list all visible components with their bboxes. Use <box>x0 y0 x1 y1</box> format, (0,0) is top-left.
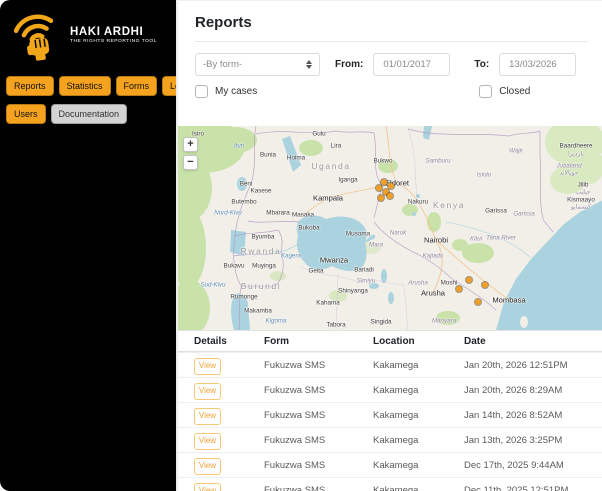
sidebar-item-statistics[interactable]: Statistics <box>58 76 111 96</box>
reports-map[interactable]: Isiro Ituri Bunia Hoima Gulu Lira Uganda Iganga… <box>178 126 602 330</box>
sidebar: HAKI ARDHI THE RIGHTS REPORTING TOOL Rep… <box>0 0 216 491</box>
column-header-date: Date <box>464 335 486 347</box>
report-location: Kakamega <box>373 484 419 491</box>
report-form: Fukuzwa SMS <box>264 484 326 491</box>
brand-text: HAKI ARDHI THE RIGHTS REPORTING TOOL <box>70 26 157 44</box>
brand: HAKI ARDHI THE RIGHTS REPORTING TOOL <box>0 0 176 68</box>
report-row: View Fukuzwa SMS Kakamega Dec 17th, 2025 9:… <box>178 452 602 477</box>
sidebar-item-documentation[interactable]: Documentation <box>50 104 128 124</box>
to-date-input[interactable] <box>499 53 577 76</box>
report-form: Fukuzwa SMS <box>264 409 326 421</box>
report-form: Fukuzwa SMS <box>264 459 326 471</box>
report-row: View Fukuzwa SMS Kakamega Dec 11th, 2025 12… <box>178 477 602 491</box>
main-content: Reports -By form- From: To: My cases Clo… <box>176 0 602 491</box>
column-header-location: Location <box>373 335 415 347</box>
view-button[interactable]: View <box>194 457 221 475</box>
zoom-out-button[interactable]: − <box>183 155 198 170</box>
report-date: Jan 14th, 2026 8:52AM <box>464 409 563 421</box>
form-filter-select[interactable]: -By form- <box>195 53 320 76</box>
sidebar-nav-row: ReportsStatisticsFormsLocalities <box>6 76 216 96</box>
closed-group: Closed <box>479 85 530 98</box>
my-cases-group: My cases <box>195 85 257 98</box>
report-row: View Fukuzwa SMS Kakamega Jan 20th, 2026 8:… <box>178 377 602 402</box>
report-date: Jan 13th, 2026 3:25PM <box>464 434 563 446</box>
sidebar-item-forms[interactable]: Forms <box>115 76 158 96</box>
report-cluster-marker[interactable] <box>456 286 462 292</box>
checkbox-row: My cases Closed <box>195 85 588 98</box>
view-button[interactable]: View <box>194 432 221 450</box>
report-cluster-marker[interactable] <box>475 299 481 305</box>
column-header-form: Form <box>264 335 289 347</box>
report-date: Jan 20th, 2026 8:29AM <box>464 384 563 396</box>
view-button[interactable]: View <box>194 407 221 425</box>
signal-arcs-fist-icon <box>13 14 54 61</box>
report-form: Fukuzwa SMS <box>264 359 326 371</box>
brand-subtitle: THE RIGHTS REPORTING TOOL <box>70 39 157 44</box>
report-date: Dec 11th, 2025 12:51PM <box>464 484 569 491</box>
my-cases-checkbox[interactable] <box>195 85 208 98</box>
closed-label: Closed <box>499 86 531 97</box>
sidebar-item-reports[interactable]: Reports <box>6 76 54 96</box>
view-button[interactable]: View <box>194 482 221 491</box>
reports-table: Details Form Location Date View Fukuzwa SMS K… <box>178 330 602 491</box>
closed-checkbox[interactable] <box>479 85 493 98</box>
view-button[interactable]: View <box>194 357 221 375</box>
sidebar-item-users[interactable]: Users <box>6 104 46 124</box>
report-form: Fukuzwa SMS <box>264 384 326 396</box>
report-form: Fukuzwa SMS <box>264 434 326 446</box>
table-header-row: Details Form Location Date <box>178 330 602 352</box>
report-row: View Fukuzwa SMS Kakamega Jan 20th, 2026 12… <box>178 352 602 377</box>
up-down-arrows-icon <box>306 60 312 69</box>
report-row: View Fukuzwa SMS Kakamega Jan 13th, 2026 3:… <box>178 427 602 452</box>
report-cluster-marker[interactable] <box>466 277 472 283</box>
app-window: HAKI ARDHI THE RIGHTS REPORTING TOOL Rep… <box>0 0 602 491</box>
filter-bar: -By form- From: To: <box>195 53 588 76</box>
table-body: View Fukuzwa SMS Kakamega Jan 20th, 2026 12… <box>178 352 602 491</box>
my-cases-label: My cases <box>215 86 258 97</box>
report-cluster-marker[interactable] <box>388 183 394 189</box>
report-date: Dec 17th, 2025 9:44AM <box>464 459 564 471</box>
sidebar-nav: ReportsStatisticsFormsLocalities UsersDoc… <box>0 68 216 124</box>
to-label: To: <box>474 59 490 70</box>
report-cluster-marker[interactable] <box>376 185 382 191</box>
form-filter-value: -By form- <box>203 59 243 70</box>
zoom-in-button[interactable]: + <box>183 137 198 152</box>
report-cluster-marker[interactable] <box>482 282 488 288</box>
column-header-details: Details <box>194 335 227 347</box>
title-divider <box>195 41 588 42</box>
report-row: View Fukuzwa SMS Kakamega Jan 14th, 2026 8:… <box>178 402 602 427</box>
report-cluster-marker[interactable] <box>387 193 393 199</box>
report-cluster-marker[interactable] <box>378 195 384 201</box>
report-location: Kakamega <box>373 384 419 396</box>
report-location: Kakamega <box>373 359 419 371</box>
view-button[interactable]: View <box>194 382 221 400</box>
map-zoom-control: + − <box>183 137 198 170</box>
report-location: Kakamega <box>373 409 419 421</box>
map-base-layer <box>178 126 602 330</box>
brand-title: HAKI ARDHI <box>70 26 144 38</box>
report-location: Kakamega <box>373 434 419 446</box>
from-label: From: <box>335 59 364 70</box>
from-date-input[interactable] <box>373 53 451 76</box>
report-cluster-marker[interactable] <box>381 179 387 185</box>
page-title: Reports <box>195 14 252 31</box>
sidebar-nav-row: Users Documentation <box>6 104 170 124</box>
report-date: Jan 20th, 2026 12:51PM <box>464 359 568 371</box>
report-location: Kakamega <box>373 459 419 471</box>
